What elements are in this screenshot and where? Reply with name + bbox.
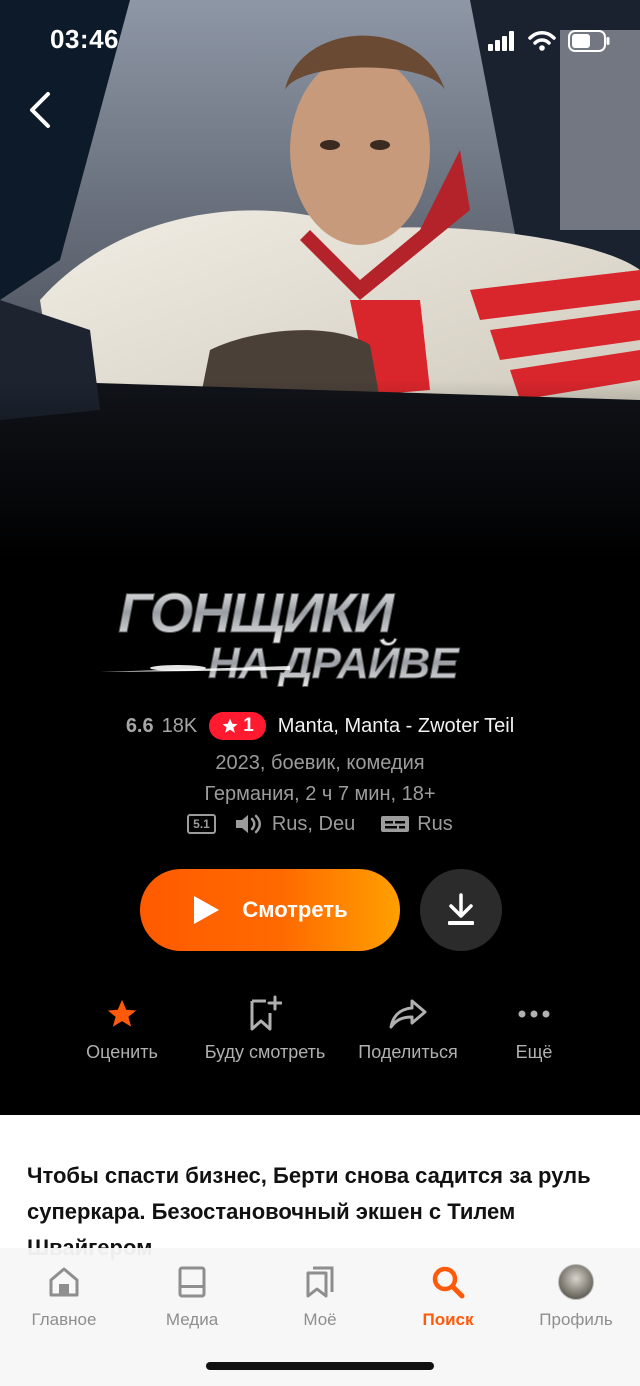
- share-icon: [389, 999, 427, 1029]
- share-action-label: Поделиться: [358, 1042, 458, 1062]
- speaker-icon: [235, 814, 261, 834]
- tab-my-label: Моё: [303, 1310, 337, 1329]
- subtitles: Rus: [381, 813, 453, 836]
- share-action[interactable]: Поделиться: [348, 990, 468, 1063]
- download-icon: [448, 893, 474, 925]
- watchlist-action-label: Буду смотреть: [204, 1042, 326, 1062]
- my-icon: [306, 1266, 334, 1298]
- watch-button-label: Смотреть: [242, 897, 348, 922]
- back-button[interactable]: [20, 88, 64, 132]
- year-genres: 2023, боевик, комедия: [215, 752, 425, 774]
- tab-search-label: Поиск: [422, 1310, 474, 1329]
- hero-fade: [0, 380, 640, 560]
- battery-icon: [568, 30, 610, 52]
- profile-avatar: [558, 1264, 594, 1300]
- download-button[interactable]: [420, 869, 502, 951]
- more-icon: [518, 1010, 550, 1018]
- play-icon: [194, 896, 220, 924]
- meta-row: 6.6 18K 1 Manta, Manta - Zwoter Teil: [0, 712, 640, 740]
- bookmark-plus-icon: [250, 995, 282, 1031]
- subtitles-icon: [381, 816, 410, 832]
- top-badge-value: 1: [243, 715, 254, 736]
- watchlist-action[interactable]: Буду смотреть: [195, 990, 335, 1063]
- star-icon: [107, 999, 137, 1027]
- rate-action-label: Оценить: [86, 1042, 158, 1062]
- movie-title-logo: ГОНЩИКИ НА ДРАЙВЕ: [100, 581, 462, 689]
- tab-my[interactable]: Моё: [256, 1260, 384, 1330]
- status-icons: [488, 30, 610, 52]
- hero-poster: [0, 0, 640, 560]
- status-time: 03:46: [50, 24, 119, 54]
- media-icon: [178, 1266, 206, 1298]
- sound-format-badge: 5.1: [187, 814, 216, 834]
- cellular-signal-icon: [488, 31, 514, 51]
- audio-languages: Rus, Deu: [234, 812, 355, 836]
- rate-action[interactable]: Оценить: [72, 990, 172, 1063]
- audio-languages-text: Rus, Deu: [271, 812, 356, 835]
- country-duration-age: Германия, 2 ч 7 мин, 18+: [204, 783, 436, 805]
- tab-media[interactable]: Медиа: [128, 1260, 256, 1330]
- home-indicator: [206, 1362, 434, 1370]
- tech-row: 5.1 Rus, Deu Rus: [0, 812, 640, 836]
- rating-value: 6.6: [125, 714, 154, 737]
- tab-search[interactable]: Поиск: [384, 1260, 512, 1330]
- logo-line-1: ГОНЩИКИ: [118, 581, 396, 644]
- tab-home-label: Главное: [31, 1310, 97, 1329]
- tab-home[interactable]: Главное: [0, 1260, 128, 1330]
- votes-count: 18K: [161, 714, 198, 737]
- top-badge: 1: [209, 712, 266, 740]
- logo-line-2: НА ДРАЙВЕ: [208, 637, 460, 688]
- status-bar: 03:46: [0, 0, 640, 80]
- original-title: Manta, Manta - Zwoter Teil: [277, 714, 515, 737]
- search-icon: [432, 1266, 465, 1299]
- star-icon: [222, 718, 238, 733]
- chevron-left-icon: [30, 92, 50, 128]
- home-icon: [49, 1267, 79, 1297]
- wifi-icon: [528, 31, 556, 51]
- tab-profile-label: Профиль: [539, 1310, 613, 1329]
- subtitles-text: Rus: [417, 812, 453, 835]
- more-action-label: Ещё: [515, 1042, 553, 1062]
- tab-media-label: Медиа: [165, 1310, 219, 1329]
- watch-button[interactable]: Смотреть: [140, 869, 400, 951]
- more-action[interactable]: Ещё: [494, 990, 574, 1063]
- tab-profile[interactable]: Профиль: [512, 1260, 640, 1330]
